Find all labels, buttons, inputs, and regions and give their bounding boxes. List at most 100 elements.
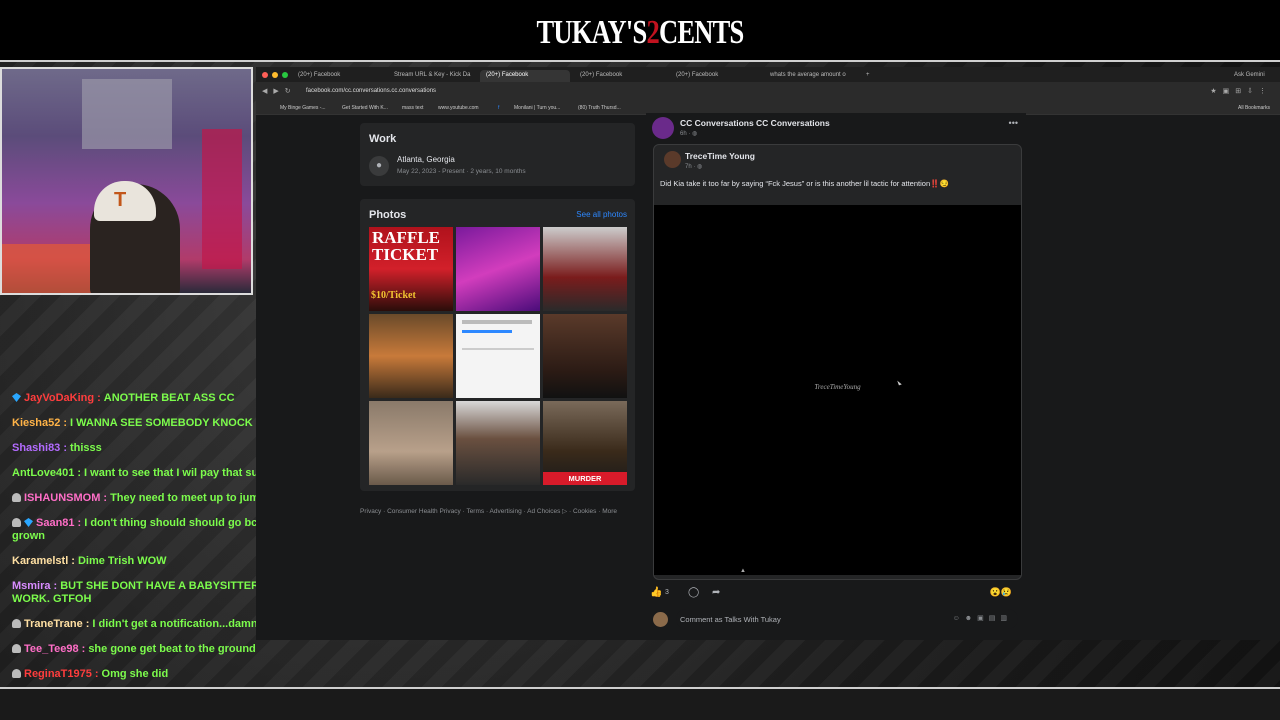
photo-thumbnail[interactable] <box>369 314 453 398</box>
footer-links[interactable]: Privacy · Consumer Health Privacy · Term… <box>360 507 630 516</box>
all-bookmarks[interactable]: All Bookmarks <box>1238 105 1270 111</box>
post-actions: 👍 3 ◯ ➦ 😮😢 <box>646 583 1026 603</box>
chat-username: Msmira <box>12 580 51 592</box>
more-options-icon[interactable]: ••• <box>1009 118 1018 128</box>
chat-separator: : <box>63 442 67 454</box>
mic-badge-icon <box>12 518 21 527</box>
tab-label: Stream URL & Key - Kick Da <box>394 72 471 78</box>
work-date: May 22, 2023 - Present · 2 years, 10 mon… <box>397 168 526 175</box>
video-player[interactable]: TreceTimeYoung <box>654 205 1021 575</box>
chat-username: Karamelstl <box>12 555 69 567</box>
bookmark-item[interactable]: Monilani | Turn you... <box>514 105 560 111</box>
photo-thumbnail[interactable] <box>369 401 453 485</box>
photo-thumbnail[interactable] <box>456 401 540 485</box>
chat-text: I didn't get a notification...damn <box>92 618 258 630</box>
chat-username: ReginaT1975 <box>24 668 92 680</box>
webcam-shelf <box>82 79 172 149</box>
photo-thumbnail[interactable] <box>456 314 540 398</box>
screenshot-line <box>462 348 534 350</box>
brand-logo: TUKAY'S2CENTS <box>141 14 1139 52</box>
tab-facebook-3[interactable]: (20+) Facebook <box>574 70 662 82</box>
tab-facebook-1[interactable]: (20+) Facebook <box>292 70 384 82</box>
group-time-text: 6h · <box>680 131 693 137</box>
comment-row: Comment as Talks With Tukay ☺☻▣▤▥ <box>646 609 1026 631</box>
chat-username: Shashi83 <box>12 442 61 454</box>
brand-number: 2 <box>646 14 659 51</box>
zoom-window-dot[interactable] <box>282 72 288 78</box>
mic-badge-icon <box>12 493 21 502</box>
minimize-window-dot[interactable] <box>272 72 278 78</box>
chat-separator: : <box>71 555 75 567</box>
see-all-photos-link[interactable]: See all photos <box>576 210 627 219</box>
author-time-text: 7h · <box>685 164 698 170</box>
tab-label: (20+) Facebook <box>298 72 341 78</box>
chat-separator: : <box>85 618 90 630</box>
webcam-feed: T <box>0 67 253 295</box>
avatar[interactable] <box>664 151 681 168</box>
expand-caret-icon[interactable]: ▲ <box>740 568 746 574</box>
tab-kick[interactable]: Stream URL & Key - Kick Da <box>388 70 478 82</box>
like-icon[interactable]: 👍 <box>650 587 662 598</box>
photo-thumbnail[interactable] <box>456 227 540 311</box>
tab-label: (20+) Facebook <box>580 72 623 78</box>
close-window-dot[interactable] <box>262 72 268 78</box>
chat-username: JayVoDaKing <box>24 392 95 404</box>
group-timestamp: 6h · ◍ <box>680 130 697 137</box>
chat-text: she gone get beat to the ground <box>88 643 256 655</box>
globe-icon: ◍ <box>692 131 698 137</box>
emoji-icon[interactable]: ☺☻▣▤▥ <box>953 614 1012 622</box>
sentencing-banner: MURDER SENTENCING <box>543 472 627 485</box>
chat-separator: : <box>81 643 86 655</box>
photo-grid: RAFFLE TICKET $10/Ticket MURDER SENTENCI… <box>369 227 628 485</box>
extensions-icon[interactable]: ★▣⊞⇩⋮ <box>1210 87 1272 95</box>
author-name[interactable]: TreceTime Young <box>685 151 755 161</box>
bottom-band <box>0 689 1280 720</box>
top-banner: TUKAY'S2CENTS <box>0 0 1280 62</box>
tab-facebook-4[interactable]: (20+) Facebook <box>670 70 758 82</box>
reactions-summary[interactable]: 😮😢 <box>990 587 1012 598</box>
chat-username: Kiesha52 <box>12 417 61 429</box>
tab-label: whats the average amount o <box>770 72 846 78</box>
chat-text: thisss <box>69 442 102 454</box>
photo-thumbnail[interactable] <box>543 227 627 311</box>
work-place: Atlanta, Georgia <box>397 155 455 164</box>
ask-gemini-button[interactable]: Ask Gemini <box>1228 70 1271 82</box>
mouse-cursor-icon <box>897 379 902 386</box>
url-input[interactable]: facebook.com/cc.conversations.cc.convers… <box>306 88 436 94</box>
post-text: Did Kia take it too far by saying “Fck J… <box>660 179 949 188</box>
gem-badge-icon <box>24 518 33 527</box>
photo-thumbnail[interactable] <box>543 314 627 398</box>
tab-facebook-active[interactable]: (20+) Facebook <box>480 70 570 82</box>
post-card: CC Conversations CC Conversations 6h · ◍… <box>646 113 1026 640</box>
chat-separator: : <box>97 392 101 404</box>
location-pin-icon: ● <box>369 156 389 176</box>
browser-window: (20+) Facebook Stream URL & Key - Kick D… <box>256 67 1280 640</box>
chat-separator: : <box>77 467 82 479</box>
share-icon[interactable]: ➦ <box>712 587 720 598</box>
bookmark-item[interactable]: My Binge Games -... <box>280 105 326 111</box>
group-avatar[interactable] <box>652 117 674 139</box>
photos-title: Photos <box>369 209 407 221</box>
tab-search[interactable]: whats the average amount o <box>764 70 854 82</box>
globe-icon: ◍ <box>697 164 703 170</box>
group-name[interactable]: CC Conversations CC Conversations <box>680 118 830 128</box>
author-timestamp: 7h · ◍ <box>685 163 702 170</box>
bookmark-item[interactable]: mass text <box>402 105 423 111</box>
new-tab-button[interactable]: + <box>860 70 876 82</box>
bookmark-item[interactable]: Get Started With K... <box>342 105 388 111</box>
stream-overlay: TUKAY'S2CENTS T JayVoDaKing: ANOTHER BEAT… <box>0 0 1280 720</box>
bookmark-facebook-icon[interactable]: f <box>498 105 499 111</box>
chat-separator: : <box>63 417 67 429</box>
mic-badge-icon <box>12 644 21 653</box>
nav-arrows-icon[interactable]: ◀▶↻ <box>262 87 297 95</box>
photo-thumbnail[interactable]: RAFFLE TICKET $10/Ticket <box>369 227 453 311</box>
photo-thumbnail[interactable]: MURDER SENTENCING <box>543 401 627 485</box>
chat-username: AntLove401 <box>12 467 75 479</box>
bookmark-item[interactable]: www.youtube.com <box>438 105 479 111</box>
raffle-price: $10/Ticket <box>371 290 416 301</box>
chat-text: Dime Trish WOW <box>77 555 167 567</box>
chat-separator: : <box>94 668 99 680</box>
chat-separator: : <box>77 517 82 529</box>
bookmark-item[interactable]: (80) Truth Thursd... <box>578 105 621 111</box>
comment-icon[interactable]: ◯ <box>688 587 699 598</box>
